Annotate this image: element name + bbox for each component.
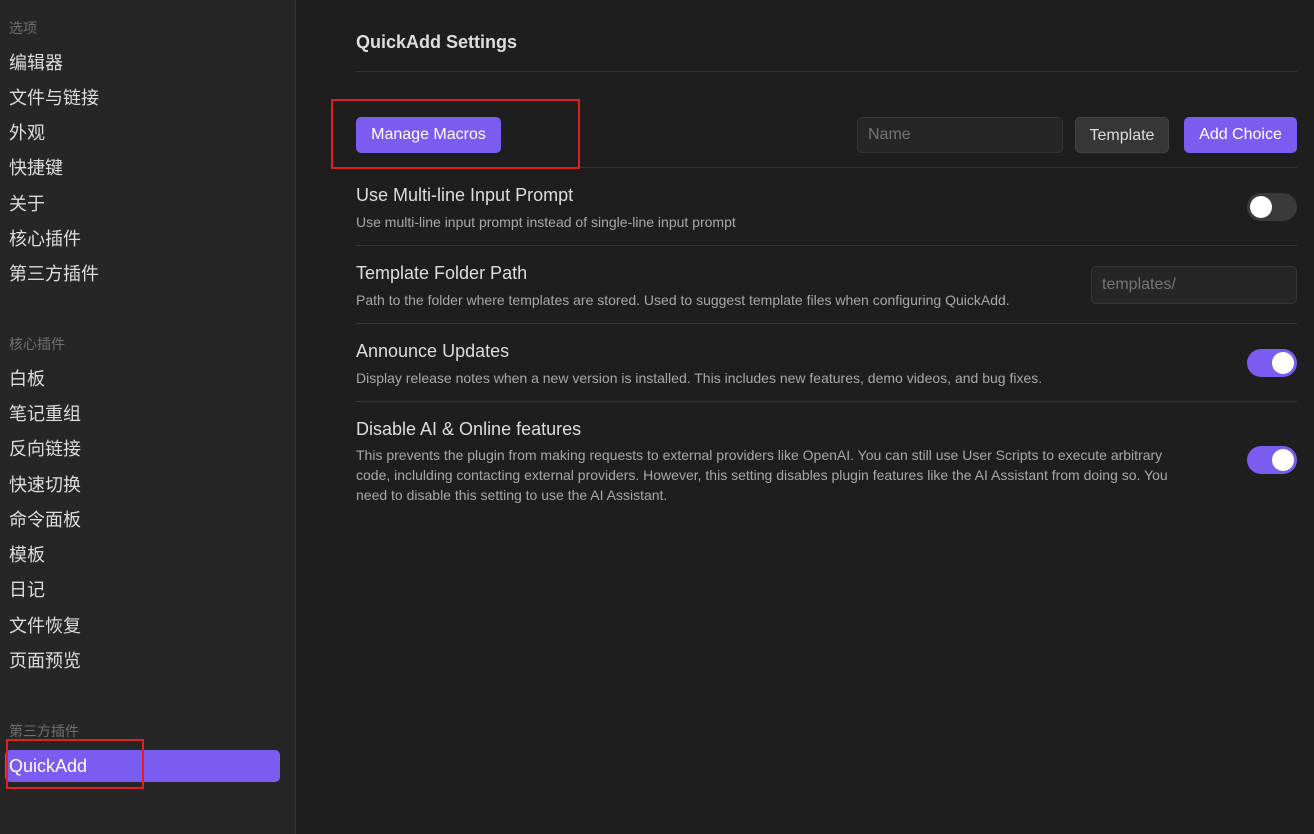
setting-name-announce-updates: Announce Updates bbox=[356, 341, 510, 361]
sidebar-item-appearance[interactable]: 外观 bbox=[9, 118, 45, 148]
setting-name-disable-ai: Disable AI & Online features bbox=[356, 419, 582, 439]
sidebar-item-page-preview[interactable]: 页面预览 bbox=[9, 646, 81, 676]
sidebar-item-about[interactable]: 关于 bbox=[9, 189, 45, 219]
choice-name-input[interactable] bbox=[857, 117, 1063, 153]
sidebar-item-community-plugins[interactable]: 第三方插件 bbox=[9, 259, 99, 289]
sidebar-item-canvas[interactable]: 白板 bbox=[9, 364, 45, 394]
setting-desc-multiline: Use multi-line input prompt instead of s… bbox=[356, 214, 736, 230]
toggle-knob bbox=[1272, 352, 1294, 374]
toggle-knob bbox=[1272, 449, 1294, 471]
sidebar-group-title-community-plugins: 第三方插件 bbox=[9, 723, 79, 739]
setting-desc-disable-ai-line-1: This prevents the plugin from making req… bbox=[356, 447, 1163, 463]
sidebar-group-title-options: 选项 bbox=[9, 20, 37, 36]
setting-desc-announce-updates: Display release notes when a new version… bbox=[356, 370, 1043, 386]
setting-name-template-folder: Template Folder Path bbox=[356, 263, 528, 283]
multiline-input-toggle[interactable] bbox=[1247, 193, 1297, 221]
add-choice-button[interactable]: Add Choice bbox=[1184, 117, 1297, 153]
sidebar-item-files-links[interactable]: 文件与链接 bbox=[9, 83, 99, 113]
setting-divider bbox=[356, 245, 1297, 246]
toggle-knob bbox=[1250, 196, 1272, 218]
template-folder-path-input[interactable] bbox=[1091, 266, 1297, 304]
sidebar-group-title-core-plugins: 核心插件 bbox=[9, 336, 65, 352]
sidebar-item-core-plugins[interactable]: 核心插件 bbox=[9, 224, 81, 254]
title-divider bbox=[356, 71, 1297, 72]
sidebar-item-daily-notes[interactable]: 日记 bbox=[9, 575, 45, 605]
setting-desc-disable-ai-line-2: code, inclulding contacting external pro… bbox=[356, 467, 1168, 483]
sidebar-item-note-composer[interactable]: 笔记重组 bbox=[9, 399, 81, 429]
setting-desc-disable-ai-line-3: need to disable this setting to use the … bbox=[356, 487, 668, 503]
setting-desc-template-folder: Path to the folder where templates are s… bbox=[356, 292, 1010, 308]
setting-name-multiline: Use Multi-line Input Prompt bbox=[356, 185, 574, 205]
page-title: QuickAdd Settings bbox=[356, 32, 518, 52]
sidebar-item-backlinks[interactable]: 反向链接 bbox=[9, 434, 81, 464]
sidebar-item-editor[interactable]: 编辑器 bbox=[9, 48, 63, 78]
disable-ai-toggle[interactable] bbox=[1247, 446, 1297, 474]
setting-divider bbox=[356, 323, 1297, 324]
sidebar-item-templates[interactable]: 模板 bbox=[9, 540, 45, 570]
announce-updates-toggle[interactable] bbox=[1247, 349, 1297, 377]
sidebar-item-hotkeys[interactable]: 快捷键 bbox=[9, 153, 63, 183]
sidebar-item-quick-switcher[interactable]: 快速切换 bbox=[9, 470, 81, 500]
sidebar-item-command-palette[interactable]: 命令面板 bbox=[9, 505, 81, 535]
sidebar-item-file-recovery[interactable]: 文件恢复 bbox=[9, 611, 81, 641]
manage-macros-highlight-box bbox=[331, 99, 580, 169]
setting-divider bbox=[356, 401, 1297, 402]
settings-sidebar: 选项 编辑器 文件与链接 外观 快捷键 关于 核心插件 第三方插件 核心插件 白… bbox=[0, 0, 296, 834]
quickadd-highlight-box bbox=[6, 739, 144, 789]
template-button[interactable]: Template bbox=[1075, 117, 1169, 153]
